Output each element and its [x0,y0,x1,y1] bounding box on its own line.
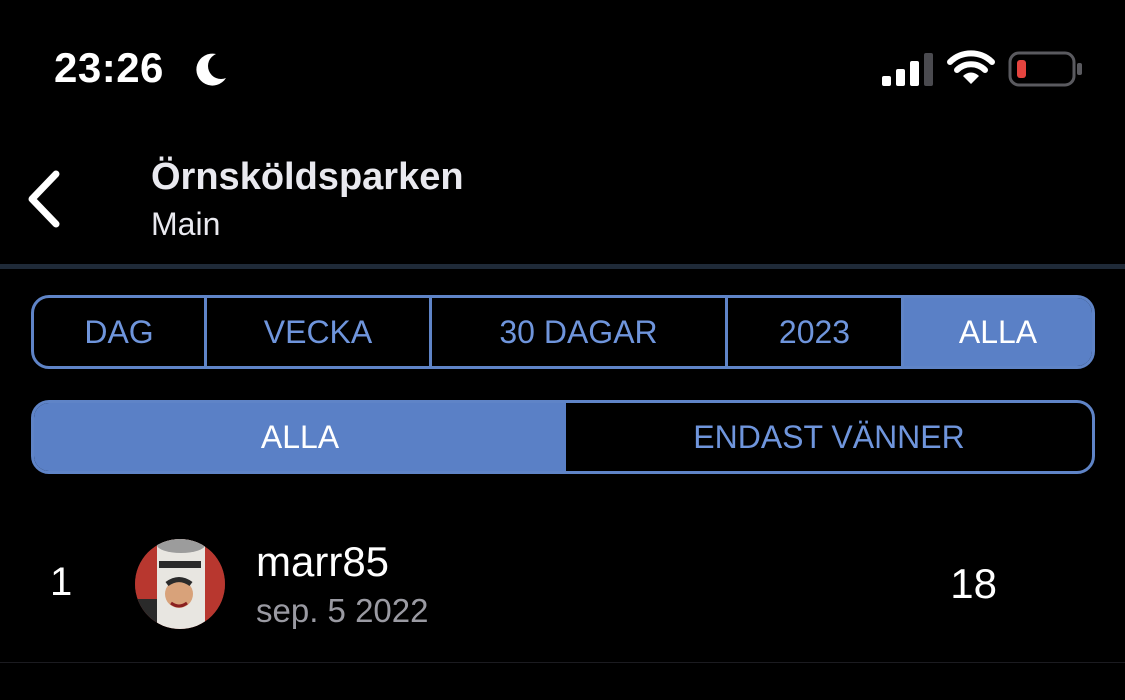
tab-30-dagar[interactable]: 30 DAGAR [429,298,725,366]
page-subtitle: Main [151,206,221,242]
status-time: 23:26 [54,44,164,91]
wifi-icon [947,50,995,84]
screen-header: Örnsköldsparken Main [0,140,1125,264]
score-value: 18 [950,560,997,607]
header-divider [0,264,1125,269]
tab-endast-vanner[interactable]: ENDAST VÄNNER [566,403,1092,471]
entry-date: sep. 5 2022 [256,592,429,629]
leaderboard-row[interactable]: 1 marr85 sep. 5 2022 18 [0,520,1125,663]
audience-segmented-control: ALLA ENDAST VÄNNER [31,400,1095,474]
avatar[interactable] [135,539,225,629]
tab-2023[interactable]: 2023 [725,298,901,366]
row-divider [0,662,1125,663]
tab-alla-period[interactable]: ALLA [901,298,1092,366]
avatar-image [135,539,225,629]
page-title: Örnsköldsparken [151,156,464,198]
username: marr85 [256,538,390,585]
tab-dag[interactable]: DAG [34,298,204,366]
status-bar: 23:26 [0,0,1125,130]
tab-alla-audience[interactable]: ALLA [34,403,566,471]
cellular-signal-icon [882,53,933,86]
moon-icon [196,53,226,86]
rank-number: 1 [50,560,73,604]
tab-vecka[interactable]: VECKA [204,298,429,366]
period-segmented-control: DAG VECKA 30 DAGAR 2023 ALLA [31,295,1095,369]
back-chevron-icon[interactable] [18,164,72,234]
battery-low-icon [1008,51,1082,87]
